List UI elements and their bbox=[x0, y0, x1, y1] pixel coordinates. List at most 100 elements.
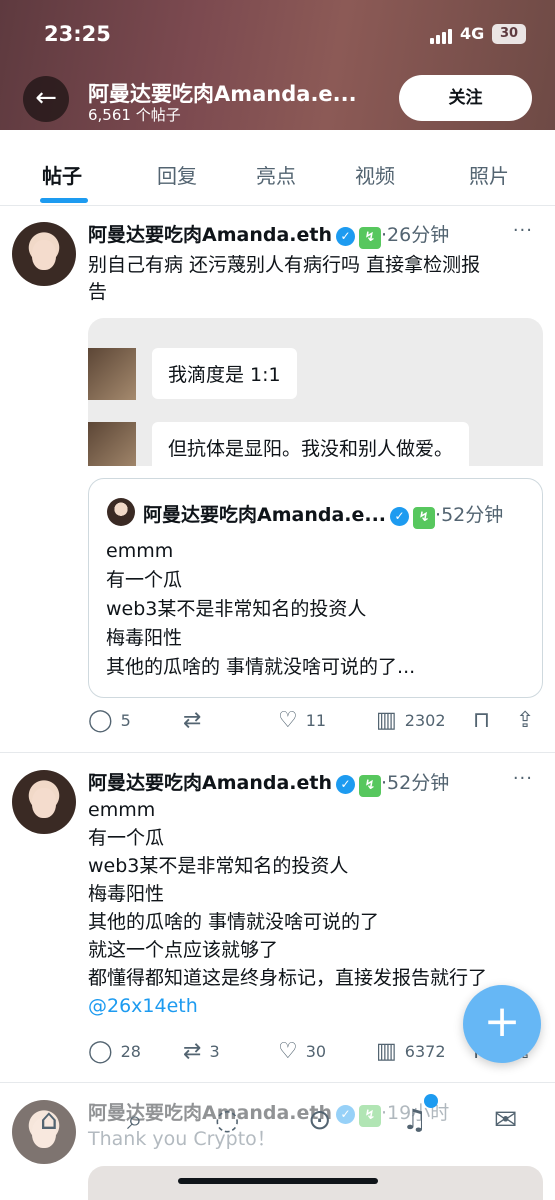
bookmark-button[interactable]: ⊓ bbox=[473, 708, 490, 733]
reply-icon: ◯ bbox=[88, 708, 113, 733]
reply-button[interactable]: ◯ 28 bbox=[88, 1039, 141, 1064]
retweet-button[interactable]: ⇄ 3 bbox=[183, 1039, 220, 1064]
avatar[interactable] bbox=[12, 770, 76, 834]
post-time: ·26分钟 bbox=[381, 224, 450, 246]
text-line: emmm bbox=[88, 799, 156, 821]
status-time: 23:25 bbox=[44, 22, 111, 46]
profile-header: 23:25 4G 30 ← 阿曼达要吃肉Amanda.e... 6,561 个帖… bbox=[0, 0, 555, 130]
author-name: 阿曼达要吃肉Amanda.e... bbox=[143, 504, 387, 526]
text-line: emmm bbox=[106, 540, 174, 562]
post-text: 别自己有病 还污蔑别人有病行吗 直接拿检测报 告 bbox=[88, 252, 480, 306]
home-indicator bbox=[178, 1178, 378, 1184]
reply-button[interactable]: ◯ 5 bbox=[88, 708, 131, 733]
more-icon[interactable]: ··· bbox=[513, 220, 533, 241]
quote-author: 阿曼达要吃肉Amanda.e... ✓ ↯ ·52分钟 bbox=[143, 500, 503, 529]
chat-avatar bbox=[88, 348, 136, 400]
like-count: 30 bbox=[305, 1042, 327, 1061]
retweet-button[interactable]: ⇄ bbox=[183, 708, 209, 733]
affiliate-badge-icon: ↯ bbox=[359, 227, 381, 249]
compose-button[interactable]: + bbox=[463, 985, 541, 1063]
mail-icon[interactable]: ✉ bbox=[494, 1103, 517, 1136]
text-line: 梅毒阳性 bbox=[106, 627, 183, 649]
retweet-icon: ⇄ bbox=[183, 1039, 202, 1064]
tab-videos[interactable]: 视频 bbox=[355, 160, 395, 189]
bookmark-icon: ⊓ bbox=[473, 708, 491, 733]
tab-indicator bbox=[40, 198, 88, 203]
views-icon: ▥ bbox=[376, 1039, 397, 1064]
follow-button[interactable]: 关注 bbox=[399, 75, 532, 121]
reply-icon: ◯ bbox=[88, 1039, 113, 1064]
text-line: 其他的瓜啥的 事情就没啥可说的了... bbox=[106, 656, 416, 678]
tab-highlights[interactable]: 亮点 bbox=[256, 160, 296, 189]
text-line: 就这一个点应该就够了 bbox=[88, 939, 279, 961]
like-button[interactable]: ♡ 30 bbox=[278, 1039, 326, 1064]
retweet-icon: ⇄ bbox=[183, 708, 202, 733]
text-line: 有一个瓜 bbox=[88, 827, 165, 849]
heart-icon: ♡ bbox=[278, 708, 298, 733]
post-author[interactable]: 阿曼达要吃肉Amanda.eth ✓ ↯ ·52分钟 bbox=[88, 768, 449, 797]
text-line: 有一个瓜 bbox=[106, 569, 183, 591]
view-count: 6372 bbox=[404, 1042, 446, 1061]
profile-tabs: 帖子 回复 亮点 视频 照片 bbox=[0, 130, 555, 206]
communities-icon[interactable]: ⊙ bbox=[308, 1103, 331, 1136]
views-icon: ▥ bbox=[376, 708, 397, 733]
mention-link[interactable]: @26x14eth bbox=[88, 992, 487, 1020]
text-line: 都懂得都知道这是终身标记，直接发报告就行了 bbox=[88, 967, 488, 989]
quoted-post[interactable]: 阿曼达要吃肉Amanda.e... ✓ ↯ ·52分钟 emmm 有一个瓜 web3某… bbox=[88, 478, 543, 698]
home-icon[interactable]: ⌂ bbox=[40, 1103, 58, 1136]
heart-icon: ♡ bbox=[278, 1039, 298, 1064]
verified-icon: ✓ bbox=[336, 775, 355, 794]
battery-icon: 30 bbox=[492, 24, 526, 44]
chat-avatar bbox=[88, 422, 136, 466]
post-author[interactable]: 阿曼达要吃肉Amanda.eth ✓ ↯ ·26分钟 bbox=[88, 220, 449, 249]
divider bbox=[0, 752, 555, 753]
tab-replies[interactable]: 回复 bbox=[157, 160, 197, 189]
search-icon[interactable]: ⌕ bbox=[127, 1103, 143, 1137]
author-name: 阿曼达要吃肉Amanda.eth bbox=[88, 772, 332, 794]
text-line: 告 bbox=[88, 281, 108, 303]
divider bbox=[0, 1082, 555, 1083]
bell-icon[interactable]: ♫ bbox=[402, 1103, 427, 1136]
chat-bubble: 我滴度是 1:1 bbox=[152, 348, 297, 399]
attached-image[interactable]: 我滴度是 1:1 但抗体是显阳。我没和别人做爱。 bbox=[88, 318, 543, 466]
post-actions: ◯ 5 ⇄ ♡ 11 ▥ 2302 ⊓ ⇪ bbox=[88, 708, 538, 736]
post-time: ·52分钟 bbox=[381, 772, 450, 794]
post-text: emmm 有一个瓜 web3某不是非常知名的投资人 梅毒阳性 其他的瓜啥的 事情… bbox=[88, 796, 487, 1020]
chat-bubble: 但抗体是显阳。我没和别人做爱。 bbox=[152, 422, 470, 466]
avatar[interactable] bbox=[12, 222, 76, 286]
views-button[interactable]: ▥ 2302 bbox=[376, 708, 446, 733]
affiliate-badge-icon: ↯ bbox=[359, 775, 381, 797]
text-line: 其他的瓜啥的 事情就没啥可说的了 bbox=[88, 911, 380, 933]
affiliate-badge-icon: ↯ bbox=[413, 507, 436, 529]
tab-photos[interactable]: 照片 bbox=[469, 160, 509, 189]
like-count: 11 bbox=[305, 711, 327, 730]
network-label: 4G bbox=[460, 24, 485, 43]
back-button[interactable]: ← bbox=[23, 76, 69, 122]
text-line: web3某不是非常知名的投资人 bbox=[88, 855, 349, 877]
share-icon: ⇪ bbox=[516, 708, 535, 733]
text-line: 别自己有病 还污蔑别人有病行吗 直接拿检测报 bbox=[88, 254, 481, 276]
reply-count: 28 bbox=[120, 1042, 141, 1061]
post-time: ·52分钟 bbox=[435, 504, 504, 526]
signal-icon bbox=[430, 28, 452, 44]
tab-posts[interactable]: 帖子 bbox=[42, 160, 82, 189]
verified-icon: ✓ bbox=[336, 227, 355, 246]
status-bar: 23:25 4G 30 bbox=[0, 20, 555, 50]
verified-icon: ✓ bbox=[390, 507, 410, 526]
retweet-count: 3 bbox=[209, 1042, 220, 1061]
back-arrow-icon: ← bbox=[35, 83, 57, 113]
avatar bbox=[107, 498, 135, 526]
like-button[interactable]: ♡ 11 bbox=[278, 708, 326, 733]
reply-count: 5 bbox=[120, 711, 131, 730]
view-count: 2302 bbox=[404, 711, 446, 730]
views-button[interactable]: ▥ 6372 bbox=[376, 1039, 446, 1064]
author-name: 阿曼达要吃肉Amanda.eth bbox=[88, 224, 332, 246]
share-button[interactable]: ⇪ bbox=[516, 708, 534, 733]
quote-text: emmm 有一个瓜 web3某不是非常知名的投资人 梅毒阳性 其他的瓜啥的 事情… bbox=[106, 537, 415, 682]
text-line: 梅毒阳性 bbox=[88, 883, 165, 905]
grok-icon[interactable]: ◌ bbox=[215, 1103, 239, 1136]
notification-dot bbox=[424, 1094, 438, 1108]
more-icon[interactable]: ··· bbox=[513, 768, 533, 789]
text-line: web3某不是非常知名的投资人 bbox=[106, 598, 367, 620]
post-count: 6,561 个帖子 bbox=[88, 106, 181, 124]
